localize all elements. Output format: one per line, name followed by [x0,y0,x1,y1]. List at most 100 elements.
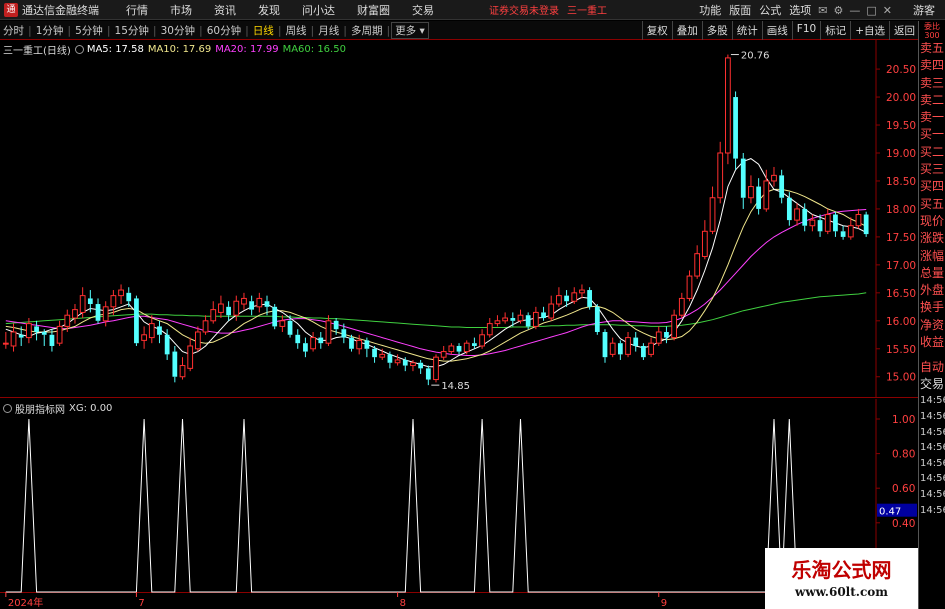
add-favorite-button[interactable]: +自选 [850,21,889,40]
menu-function[interactable]: 功能 [695,2,725,18]
indicator-xg-value: XG: 0.00 [69,403,113,414]
period-daily[interactable]: 日线 [250,23,277,38]
back-button[interactable]: 返回 [889,21,919,40]
quote-field-6[interactable]: 买二 [919,144,945,161]
indicator-dot-icon[interactable] [3,404,12,413]
period-30min[interactable]: 30分钟 [158,23,198,38]
candle-body-down [157,326,162,335]
menu-market[interactable]: 市场 [159,2,203,18]
minimize-icon[interactable]: — [846,4,863,17]
quote-field-7[interactable]: 买三 [919,161,945,178]
legend-dot-icon[interactable] [74,45,84,54]
watermark-logo: 乐淘公式网 www.60lt.com [765,548,918,609]
candle-body-up [241,297,247,305]
candle-body-up [794,208,800,221]
menu-quotes[interactable]: 行情 [115,2,159,18]
mail-icon[interactable]: ✉ [815,4,830,17]
candle-body-up [279,320,286,327]
menu-layout[interactable]: 版面 [725,2,755,18]
ma60-value: MA60: 16.50 [282,44,346,55]
period-60min[interactable]: 60分钟 [204,23,244,38]
candle-body-down [510,318,516,321]
candle-body-up [118,289,124,297]
candle-body-down [164,334,170,355]
quote-field-14[interactable]: 外盘 [919,282,945,299]
period-1min[interactable]: 1分钟 [33,23,67,38]
menu-ask[interactable]: 问小达 [291,2,346,18]
tick-time: 14:56 [920,442,945,454]
quote-field-12[interactable]: 涨幅 [919,248,945,265]
candle-body-up [463,342,470,353]
x-tick-label: 9 [661,598,667,609]
guest-label[interactable]: 游客 [895,2,945,18]
candle-body-down [333,320,339,330]
more-dropdown[interactable]: 更多 ▾ [391,21,429,39]
draw-button[interactable]: 画线 [761,21,792,40]
quote-field-13[interactable]: 总量 [919,265,945,282]
overlay-button[interactable]: 叠加 [671,21,702,40]
quote-field-0[interactable]: 卖五 [919,40,945,57]
quote-field-11[interactable]: 涨跌 [919,230,945,247]
y-tick-label: 16.00 [886,316,916,328]
period-multi[interactable]: 多周期 [348,23,386,38]
ind-y-tick-label: 0.60 [892,483,915,495]
maximize-icon[interactable]: □ [863,4,879,17]
period-5min[interactable]: 5分钟 [72,23,106,38]
candle-body-down [172,351,178,377]
auto-label[interactable]: 自动 [919,359,945,376]
candle-body-down [525,315,531,327]
period-monthly[interactable]: 月线 [315,23,342,38]
trade-label[interactable]: 交易 [919,376,945,393]
candle-body-up [433,356,439,381]
right-quote-panel: 委比 300 卖五 卖四 卖三 卖二 卖一 买一 买二 买三 买四 买五 现价 涨跌 涨幅 总量 外盘 换手净… [918,21,945,609]
candle-body-down [41,331,47,335]
candle-body-up [479,334,485,347]
menu-news[interactable]: 资讯 [203,2,247,18]
candle-body-down [418,362,424,369]
login-warning[interactable]: 证券交易未登录 [489,2,559,17]
candle-body-up [494,320,501,325]
quote-field-9[interactable]: 买五 [919,196,945,213]
stats-button[interactable]: 统计 [731,21,762,40]
candle-body-up [824,214,831,232]
f10-button[interactable]: F10 [791,21,820,40]
quote-field-4[interactable]: 卖一 [919,109,945,126]
settings-icon[interactable]: ⚙ [831,4,847,17]
candle-body-down [633,337,639,346]
multi-stock-button[interactable]: 多股 [701,21,732,40]
candle-body-up [56,325,63,344]
quote-field-15[interactable]: 换手 [919,299,945,316]
quote-field-16[interactable]: 净资 [919,317,945,334]
quote-field-5[interactable]: 买一 [919,126,945,143]
quote-field-17[interactable]: 收益 [919,334,945,351]
candle-body-down [272,306,278,327]
quote-field-1[interactable]: 卖四 [919,57,945,74]
candle-body-up [410,362,416,367]
menu-trade[interactable]: 交易 [401,2,445,18]
candle-body-up [325,320,332,344]
right-toolbar: 复权 叠加 多股 统计 画线 F10 标记 +自选 返回 [641,21,919,40]
close-icon[interactable]: ✕ [880,4,895,17]
quote-field-10[interactable]: 现价 [919,213,945,230]
current-value-label: 0.47 [879,507,901,518]
quote-field-8[interactable]: 买四 [919,178,945,195]
tick-time: 14:56 [920,426,945,438]
candlestick-chart[interactable]: 20.50 20.00 19.50 19.00 18.50 18.00 17.50 17.00… [0,40,918,398]
period-weekly[interactable]: 周线 [283,23,310,38]
candle-body-up [110,295,117,308]
quote-field-3[interactable]: 卖二 [919,92,945,109]
menu-discover[interactable]: 发现 [247,2,291,18]
y-tick-label: 17.50 [886,232,916,244]
mark-button[interactable]: 标记 [820,21,850,40]
period-tick[interactable]: 分时 [0,23,27,38]
quote-fields: 卖五 卖四 卖三 卖二 卖一 买一 买二 买三 买四 买五 现价 涨跌 涨幅 总量 外盘 换手 净资 收益 [919,40,945,351]
candle-body-down [126,292,132,302]
quote-field-2[interactable]: 卖三 [919,75,945,92]
menu-options[interactable]: 选项 [785,2,815,18]
period-15min[interactable]: 15分钟 [112,23,152,38]
menu-wealth[interactable]: 财富圈 [346,2,401,18]
candle-body-down [34,326,39,332]
adjust-button[interactable]: 复权 [641,21,672,40]
menu-formula[interactable]: 公式 [755,2,785,18]
candle-body-down [594,306,600,332]
